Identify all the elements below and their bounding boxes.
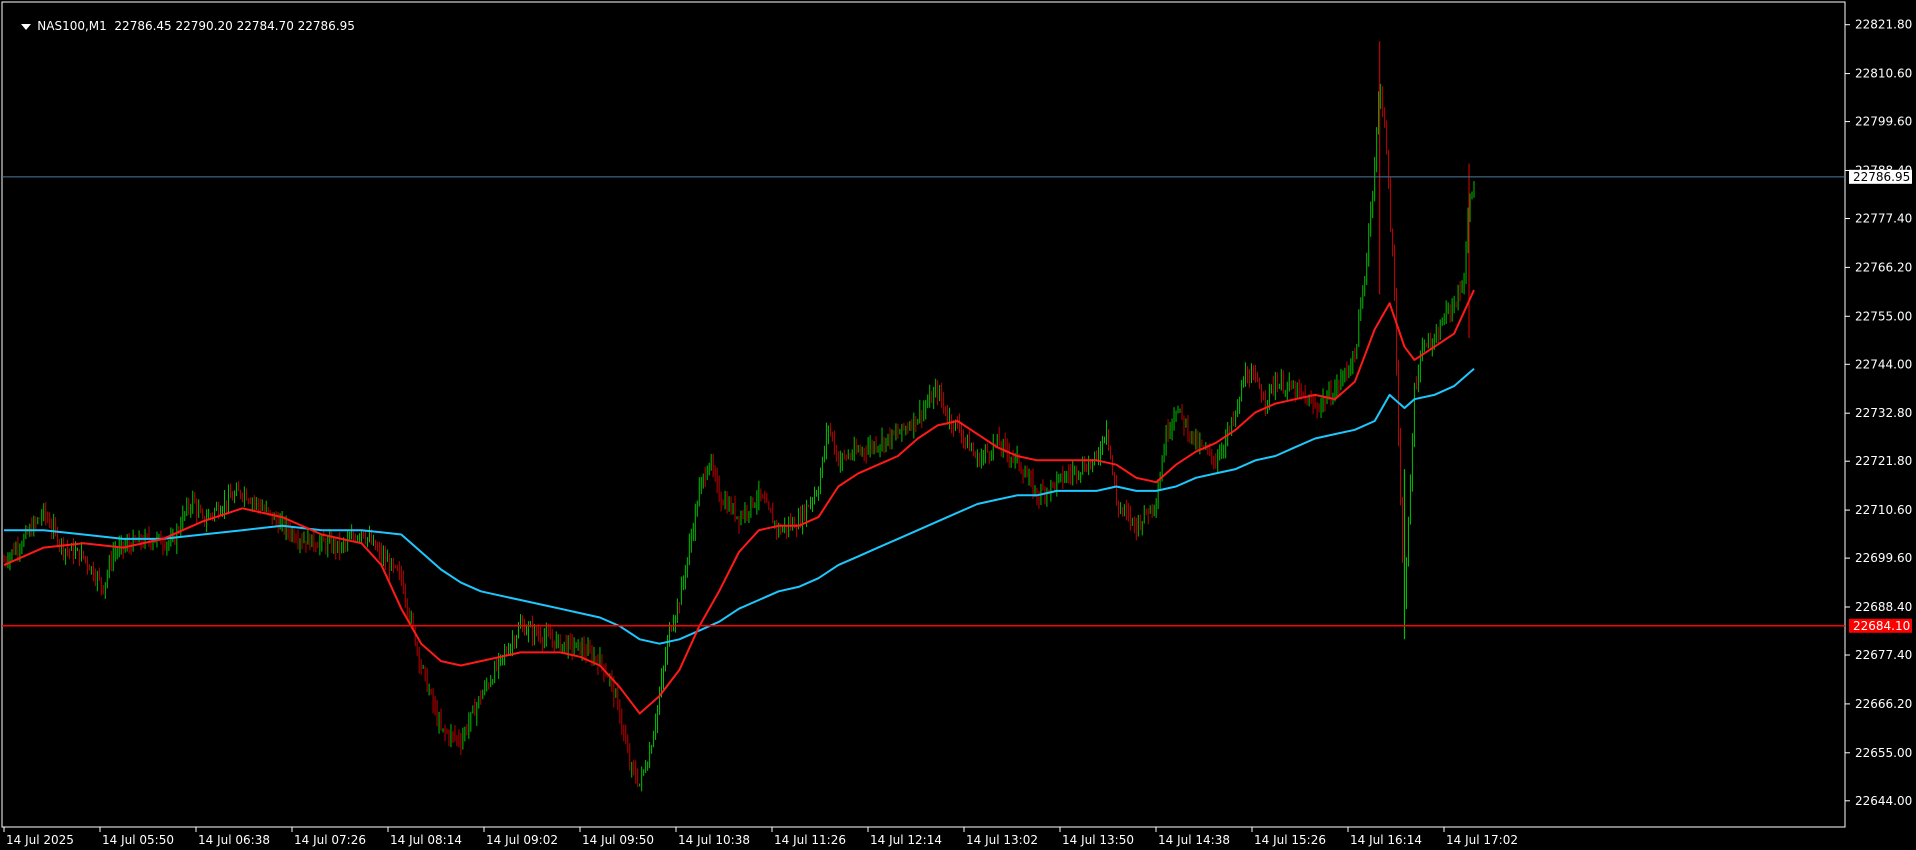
current-price-label: 22786.95 (1853, 170, 1910, 184)
x-tick-label: 14 Jul 06:38 (198, 833, 270, 847)
x-tick-label: 14 Jul 10:38 (678, 833, 750, 847)
ohlc-label: 22786.45 22790.20 22784.70 22786.95 (114, 19, 355, 33)
x-tick-label: 14 Jul 09:50 (582, 833, 654, 847)
y-tick-label: 22766.20 (1855, 260, 1912, 274)
x-tick-label: 14 Jul 14:38 (1158, 833, 1230, 847)
x-tick-label: 14 Jul 08:14 (390, 833, 462, 847)
y-tick-label: 22744.00 (1855, 357, 1912, 371)
y-tick-label: 22799.60 (1855, 115, 1912, 129)
y-tick-label: 22688.40 (1855, 600, 1912, 614)
lower-level-label: 22684.10 (1853, 619, 1910, 633)
y-tick-label: 22821.80 (1855, 18, 1912, 32)
y-tick-label: 22666.20 (1855, 697, 1912, 711)
x-tick-label: 14 Jul 09:02 (486, 833, 558, 847)
x-tick-label: 14 Jul 13:02 (966, 833, 1038, 847)
x-tick-label: 14 Jul 05:50 (102, 833, 174, 847)
y-tick-label: 22644.00 (1855, 794, 1912, 808)
x-tick-label: 14 Jul 2025 (6, 833, 74, 847)
x-tick-label: 14 Jul 13:50 (1062, 833, 1134, 847)
x-tick-label: 14 Jul 16:14 (1350, 833, 1422, 847)
y-tick-label: 22810.60 (1855, 67, 1912, 81)
y-tick-label: 22721.80 (1855, 454, 1912, 468)
price-chart[interactable]: 22821.8022810.6022799.6022788.4022777.40… (0, 0, 1916, 850)
y-tick-label: 22655.00 (1855, 746, 1912, 760)
y-tick-label: 22777.40 (1855, 212, 1912, 226)
chart-header: NAS100,M1 22786.45 22790.20 22784.70 227… (6, 5, 355, 47)
x-tick-label: 14 Jul 07:26 (294, 833, 366, 847)
y-tick-label: 22710.60 (1855, 503, 1912, 517)
y-tick-label: 22699.60 (1855, 551, 1912, 565)
y-tick-label: 22677.40 (1855, 648, 1912, 662)
y-tick-label: 22732.80 (1855, 406, 1912, 420)
symbol-label: NAS100,M1 (37, 19, 107, 33)
x-tick-label: 14 Jul 15:26 (1254, 833, 1326, 847)
y-tick-label: 22755.00 (1855, 309, 1912, 323)
x-tick-label: 14 Jul 12:14 (870, 833, 942, 847)
x-tick-label: 14 Jul 17:02 (1446, 833, 1518, 847)
collapse-triangle-icon[interactable] (21, 23, 32, 30)
chart-area[interactable]: 22821.8022810.6022799.6022788.4022777.40… (0, 0, 1916, 850)
x-tick-label: 14 Jul 11:26 (774, 833, 846, 847)
